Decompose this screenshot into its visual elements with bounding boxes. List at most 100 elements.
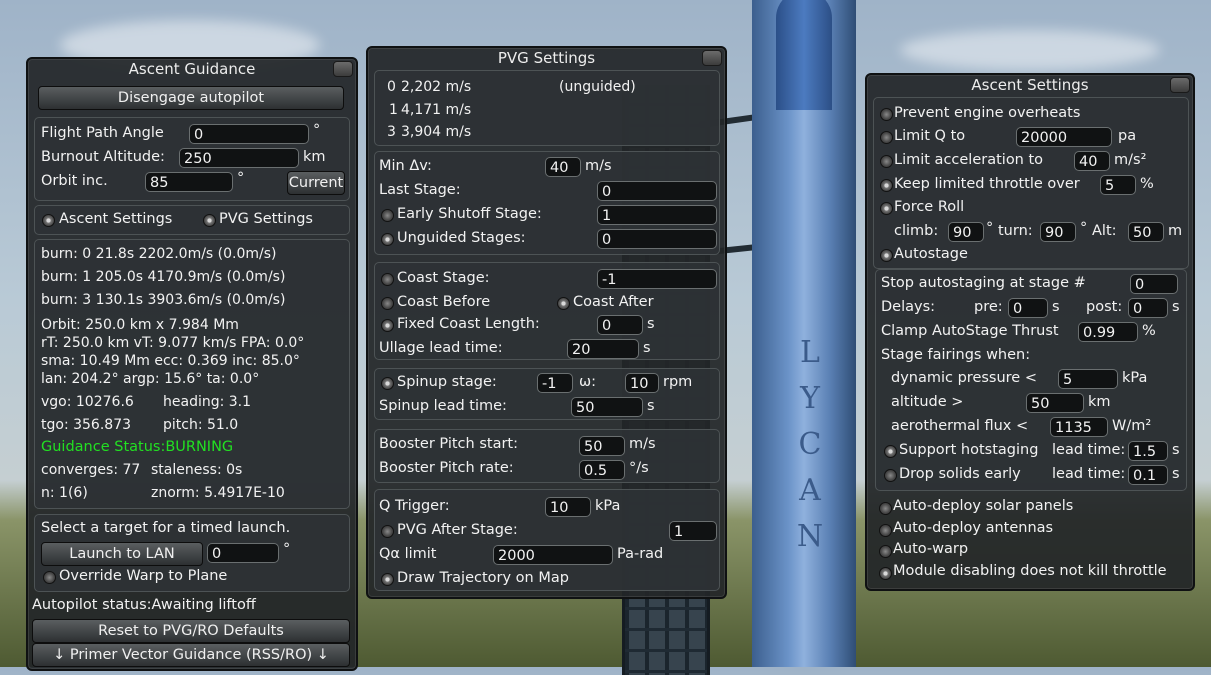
ullage-input[interactable]: 20 [567,339,639,359]
orbit-inc-input[interactable]: 85 [145,172,233,192]
draw-trajectory-label[interactable]: Draw Trajectory on Map [397,570,569,586]
reset-defaults-button[interactable]: Reset to PVG/RO Defaults [32,619,350,643]
hotstaging-lead-unit: s [1172,442,1180,458]
early-shutoff-input[interactable]: 1 [597,205,717,225]
coast-before-radio[interactable] [381,297,394,310]
unguided-stages-input[interactable]: 0 [597,229,717,249]
fairing-altitude-input[interactable]: 50 [1026,393,1084,413]
burnout-altitude-input[interactable]: 250 [179,148,299,168]
dynamic-pressure-input[interactable]: 5 [1058,369,1118,389]
limit-accel-checkbox[interactable] [880,155,893,168]
drop-solids-label[interactable]: Drop solids early [899,466,1021,482]
fixed-coast-label[interactable]: Fixed Coast Length: [397,316,540,332]
close-icon[interactable] [1170,77,1190,93]
disengage-autopilot-button[interactable]: Disengage autopilot [38,86,344,110]
coast-stage-checkbox[interactable] [381,273,394,286]
auto-solar-label[interactable]: Auto-deploy solar panels [893,498,1073,514]
override-warp-checkbox[interactable] [43,571,56,584]
window-title[interactable]: Ascent Guidance [28,59,356,79]
turn-input[interactable]: 90 [1040,222,1076,242]
coast-stage-label[interactable]: Coast Stage: [397,270,490,286]
q-trigger-input[interactable]: 10 [545,497,591,517]
prevent-overheats-checkbox[interactable] [880,108,893,121]
delays-pre-input[interactable]: 0 [1008,298,1048,318]
limit-q-checkbox[interactable] [880,131,893,144]
auto-antennas-label[interactable]: Auto-deploy antennas [893,520,1053,536]
flight-path-angle-input[interactable]: 0 [189,124,309,144]
lan-input[interactable]: 0 [207,543,279,563]
spinup-lead-input[interactable]: 50 [571,397,643,417]
support-hotstaging-label[interactable]: Support hotstaging [899,442,1038,458]
module-disabling-label[interactable]: Module disabling does not kill throttle [893,563,1167,579]
auto-solar-checkbox[interactable] [879,502,892,515]
spinup-omega-input[interactable]: 10 [625,373,659,393]
spinup-stage-label[interactable]: Spinup stage: [397,374,497,390]
qa-limit-input[interactable]: 2000 [493,545,613,565]
delays-post-input[interactable]: 0 [1128,298,1168,318]
coast-after-radio[interactable] [557,297,570,310]
stop-autostaging-input[interactable]: 0 [1130,274,1178,294]
force-roll-checkbox[interactable] [880,202,893,215]
unguided-stages-checkbox[interactable] [381,233,394,246]
drop-solids-checkbox[interactable] [884,469,897,482]
pvg-after-stage-label[interactable]: PVG After Stage: [397,522,518,538]
limit-q-label[interactable]: Limit Q to [894,128,965,144]
launch-to-lan-button[interactable]: Launch to LAN [41,542,203,566]
auto-warp-checkbox[interactable] [879,545,892,558]
stage-note: (unguided) [559,79,636,95]
aero-flux-input[interactable]: 1135 [1050,417,1108,437]
hotstaging-lead-input[interactable]: 1.5 [1128,441,1168,461]
close-icon[interactable] [702,50,722,66]
spinup-lead-unit: s [647,398,655,414]
auto-antennas-checkbox[interactable] [879,524,892,537]
limit-q-input[interactable]: 20000 [1016,127,1112,147]
coast-after-label[interactable]: Coast After [573,294,654,310]
force-roll-label[interactable]: Force Roll [894,199,964,215]
draw-trajectory-checkbox[interactable] [381,573,394,586]
early-shutoff-label[interactable]: Early Shutoff Stage: [397,206,542,222]
min-dv-input[interactable]: 40 [545,157,581,177]
coast-before-label[interactable]: Coast Before [397,294,490,310]
climb-input[interactable]: 90 [948,222,984,242]
last-stage-input[interactable]: 0 [597,181,717,201]
limit-accel-label[interactable]: Limit acceleration to [894,152,1043,168]
limit-accel-input[interactable]: 40 [1074,151,1110,171]
spinup-stage-input[interactable]: -1 [537,373,573,393]
guidance-mode-selector[interactable]: ↓ Primer Vector Guidance (RSS/RO) ↓ [32,643,350,667]
drop-solids-lead-unit: s [1172,466,1180,482]
pvg-trigger-box: Q Trigger: 10 kPa PVG After Stage: 1 Qα … [374,489,720,591]
keep-throttle-checkbox[interactable] [880,179,893,192]
auto-warp-label[interactable]: Auto-warp [893,541,968,557]
booster-pitch-rate-input[interactable]: 0.5 [579,460,625,480]
pvg-after-stage-checkbox[interactable] [381,525,394,538]
autostage-checkbox[interactable] [880,249,893,262]
module-disabling-checkbox[interactable] [879,567,892,580]
autostage-label[interactable]: Autostage [894,246,968,262]
pvg-settings-toggle-label[interactable]: PVG Settings [219,211,313,227]
unguided-stages-label[interactable]: Unguided Stages: [397,230,526,246]
coast-stage-input[interactable]: -1 [597,269,717,289]
clamp-thrust-input[interactable]: 0.99 [1078,322,1138,342]
fixed-coast-checkbox[interactable] [381,319,394,332]
ascent-settings-toggle-radio[interactable] [42,214,55,227]
orbit-inc-unit: ° [237,170,245,186]
early-shutoff-checkbox[interactable] [381,209,394,222]
override-warp-label[interactable]: Override Warp to Plane [59,568,227,584]
alt-input[interactable]: 50 [1128,222,1164,242]
window-title[interactable]: PVG Settings [368,48,725,68]
close-icon[interactable] [333,61,353,77]
autopilot-status-text: Autopilot status:Awaiting liftoff [32,597,256,613]
fixed-coast-input[interactable]: 0 [597,315,643,335]
pvg-settings-toggle-radio[interactable] [203,214,216,227]
drop-solids-lead-input[interactable]: 0.1 [1128,465,1168,485]
current-inclination-button[interactable]: Current [287,171,345,195]
pvg-after-stage-input[interactable]: 1 [669,521,717,541]
prevent-overheats-label[interactable]: Prevent engine overheats [894,105,1080,121]
ascent-settings-toggle-label[interactable]: Ascent Settings [59,211,172,227]
window-title[interactable]: Ascent Settings [867,75,1193,95]
keep-throttle-label[interactable]: Keep limited throttle over [894,176,1080,192]
support-hotstaging-checkbox[interactable] [884,445,897,458]
keep-throttle-input[interactable]: 5 [1100,175,1136,195]
booster-pitch-start-input[interactable]: 50 [579,436,625,456]
spinup-stage-checkbox[interactable] [381,377,394,390]
